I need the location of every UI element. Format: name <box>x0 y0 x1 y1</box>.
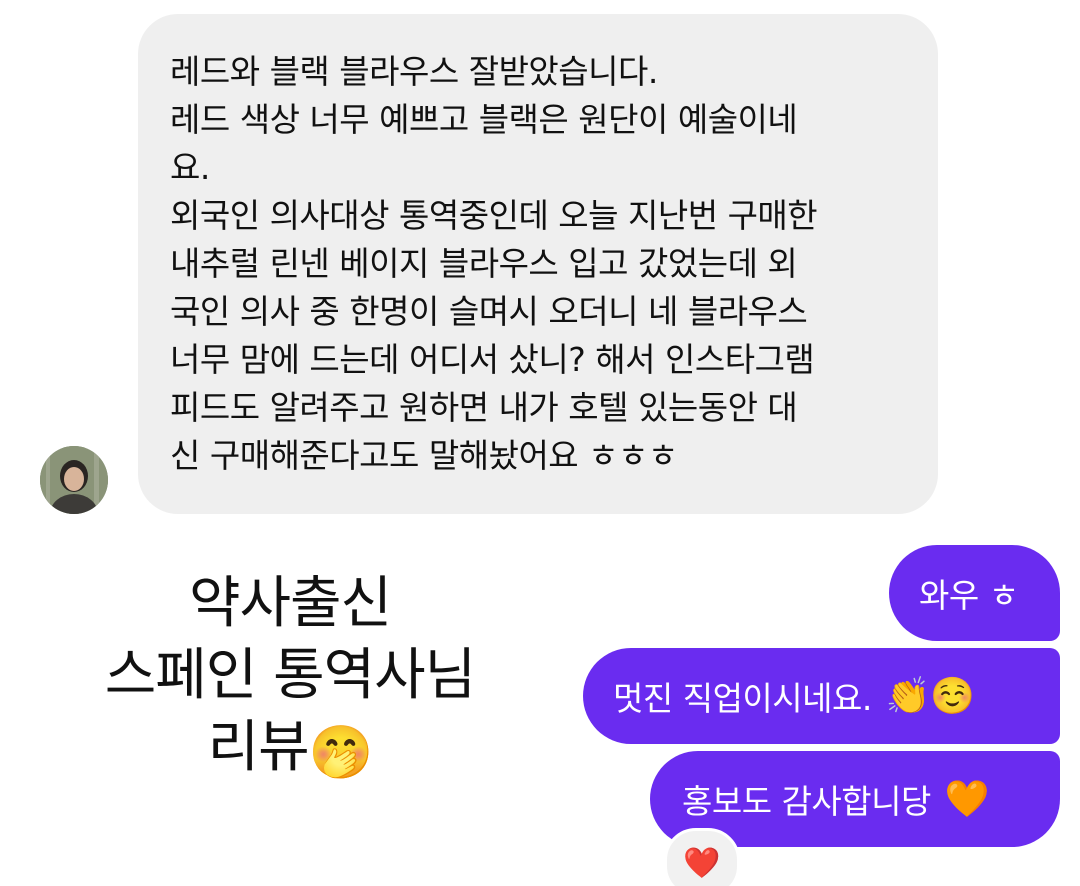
message-line: 국인 의사 중 한명이 슬며시 오더니 네 블라우스 <box>170 292 808 331</box>
incoming-message-bubble[interactable]: 레드와 블랙 블라우스 잘받았습니다. 레드 색상 너무 예쁘고 블랙은 원단이… <box>138 14 938 514</box>
message-line: 레드와 블랙 블라우스 잘받았습니다. <box>170 52 658 91</box>
avatar-photo-icon <box>40 446 108 514</box>
caption-line-1: 약사출신 <box>188 571 392 636</box>
outgoing-message-text: 홍보도 감사합니당 <box>682 782 931 821</box>
chat-screen: 레드와 블랙 블라우스 잘받았습니다. 레드 색상 너무 예쁘고 블랙은 원단이… <box>0 0 1080 886</box>
caption-line-2: 스페인 통역사님 <box>104 643 476 708</box>
outgoing-message-text: 와우 ㅎ <box>919 576 1019 615</box>
message-line: 너무 맘에 드는데 어디서 샀니? 해서 인스타그램 <box>170 340 815 379</box>
message-line: 신 구매해준다고도 말해놨어요 ㅎㅎㅎ <box>170 436 678 475</box>
review-caption: 약사출신 스페인 통역사님 리뷰🤭 <box>30 568 550 789</box>
outgoing-message-bubble-2[interactable]: 멋진 직업이시네요. 👏☺️ <box>583 648 1060 744</box>
message-line: 피드도 알려주고 원하면 내가 호텔 있는동안 대 <box>170 388 798 427</box>
hand-over-mouth-emoji-icon: 🤭 <box>308 723 374 783</box>
heart-icon: ❤️ <box>683 845 721 881</box>
heart-reaction-badge[interactable]: ❤️ <box>664 828 740 886</box>
caption-line-3: 리뷰🤭 <box>30 712 550 789</box>
message-line: 외국인 의사대상 통역중인데 오늘 지난번 구매한 <box>170 196 818 235</box>
message-line: 레드 색상 너무 예쁘고 블랙은 원단이 예술이네 <box>170 100 798 139</box>
message-line: 내추럴 린넨 베이지 블라우스 입고 갔었는데 외 <box>170 244 798 283</box>
outgoing-message-bubble-1[interactable]: 와우 ㅎ <box>889 545 1060 641</box>
outgoing-message-text: 멋진 직업이시네요. <box>613 679 872 718</box>
message-line: 요. <box>170 148 210 187</box>
clapping-smiling-emoji-icon: 👏☺️ <box>885 676 975 717</box>
caption-line-3-text: 리뷰 <box>207 715 310 780</box>
sender-avatar[interactable] <box>40 446 108 514</box>
orange-heart-emoji-icon: 🧡 <box>944 779 990 820</box>
